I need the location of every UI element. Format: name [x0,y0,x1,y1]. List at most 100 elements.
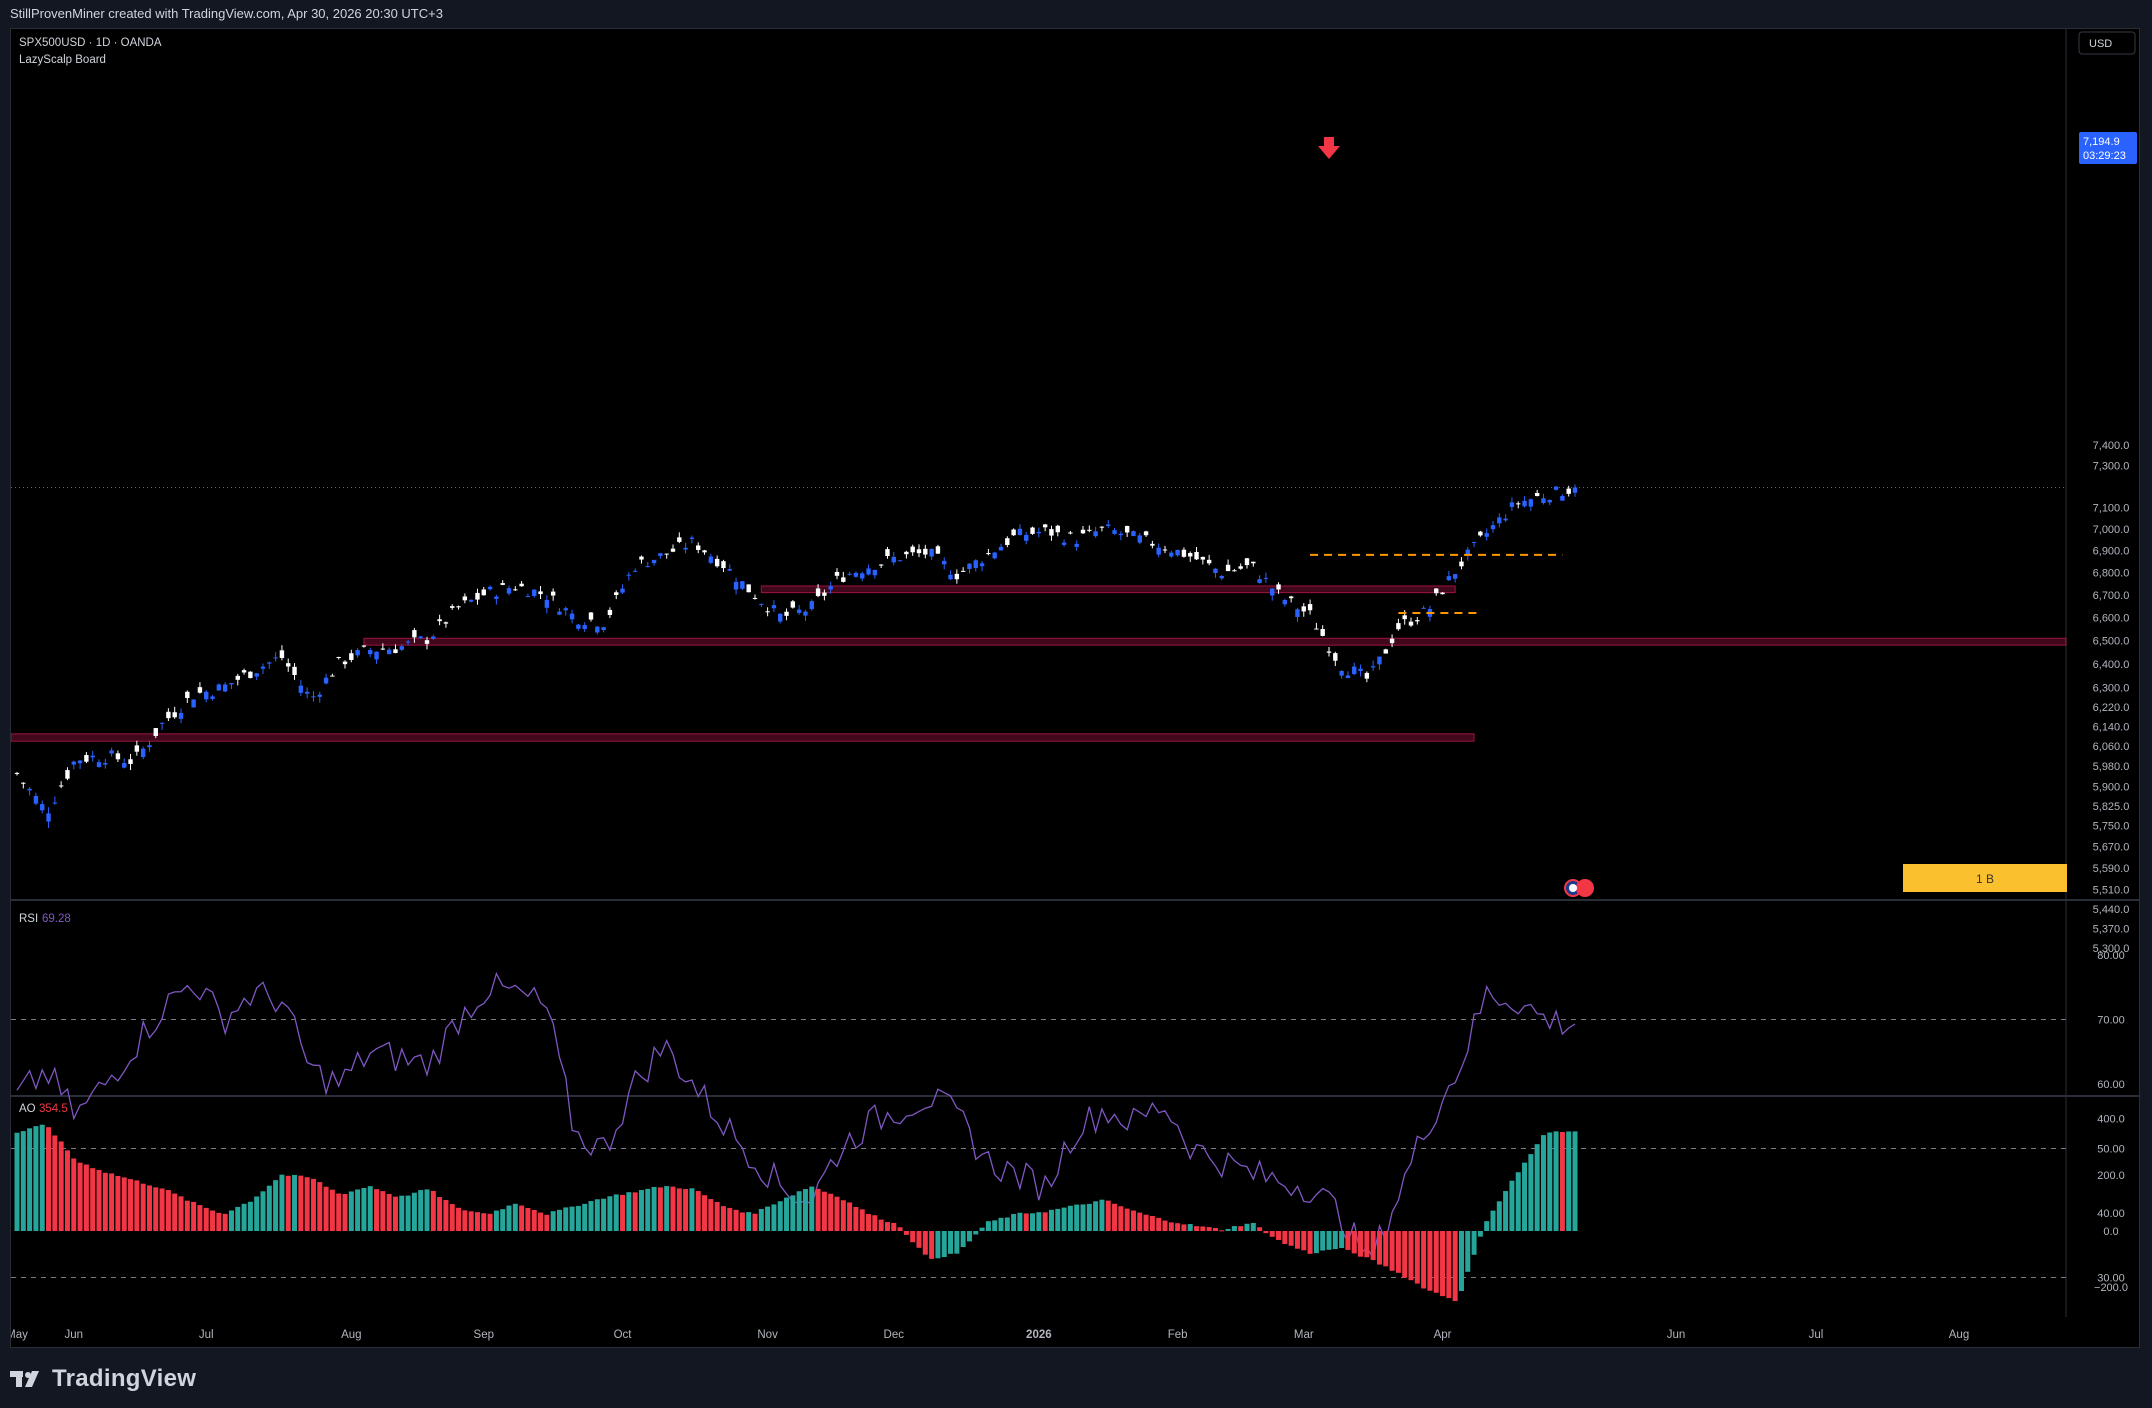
event-flag-icon[interactable] [1564,879,1594,897]
price-tick-label: 6,060.0 [2093,741,2130,753]
ao-bar [1376,1231,1382,1265]
candle-body [519,583,524,587]
candle-body [1541,498,1546,504]
price-tick-label: 5,900.0 [2093,782,2130,794]
ao-bar [20,1131,26,1231]
candle-body [803,611,808,616]
ao-bar [216,1212,222,1231]
ao-bar [1559,1131,1565,1231]
candle-body [437,619,442,622]
ao-bar [588,1201,594,1231]
candle-body [588,612,594,620]
currency-button[interactable]: USD [2078,31,2136,55]
candle-body [336,656,341,658]
ao-bar [519,1205,525,1231]
candle-body [103,762,108,765]
ao-bar [1458,1231,1464,1291]
ao-bar [506,1205,512,1231]
ao-bar [260,1191,266,1231]
candle-body [1112,530,1117,534]
ao-bar [859,1209,865,1231]
ao-bar [620,1194,626,1231]
candle-body [1339,670,1344,676]
candle-body [1345,675,1351,679]
candle-body [286,663,291,667]
ao-bar [1080,1204,1086,1231]
brand-name: TradingView [52,1365,197,1392]
candle-body [450,606,455,608]
candle-body [267,662,272,664]
ao-bar [840,1200,846,1231]
candle-body [1238,566,1243,569]
chart-canvas[interactable]: 7,400.0 7,300.0 7,100.0 7,000.0 6,900.0 6,800… [11,29,2140,1348]
ao-bar [279,1174,285,1231]
ao-bar [853,1206,859,1231]
candle-body [380,648,386,650]
time-tick-label: 2026 [1026,1329,1052,1341]
candle-body [948,574,953,580]
candle-body [1396,623,1401,630]
candle-body [1434,588,1439,594]
chart-frame[interactable]: 7,400.0 7,300.0 7,100.0 7,000.0 6,900.0 6,800… [10,28,2140,1348]
ao-tick-label: −200.0 [2094,1282,2128,1294]
price-tick-label: 7,300.0 [2093,461,2130,473]
candle-body [210,696,215,699]
candle-body [1282,600,1288,605]
candle-body [670,548,676,552]
ao-bar [348,1191,354,1231]
candle-body [115,753,121,760]
volume-badge: 1 B [1903,864,2067,892]
ao-bar [1509,1180,1515,1231]
ao-bar [1004,1217,1010,1231]
candle-body [273,657,278,659]
candle-body [639,556,644,560]
candle-body [601,627,606,631]
candle-body [1572,487,1578,493]
ao-bar [910,1231,916,1243]
ao-bar [1414,1231,1420,1284]
ao-bar [1339,1231,1345,1249]
price-tick-label: 6,400.0 [2093,659,2130,671]
time-tick-label: Apr [1434,1329,1452,1341]
candle-body [304,691,310,694]
ao-bar [468,1211,474,1231]
ao-bar [1017,1212,1023,1231]
time-tick-label: May [11,1329,28,1341]
candle-body [185,691,190,698]
pane-backgrounds [11,29,2139,1317]
ao-bar [866,1213,872,1231]
candle-body [822,592,827,596]
candle-body [1017,528,1023,536]
candle-body [456,606,461,608]
candle-body [1301,606,1306,612]
ao-bar [430,1190,436,1231]
attribution-bar: StillProvenMiner created with TradingVie… [0,0,2152,28]
candle-body [771,605,777,609]
ao-bar [443,1200,449,1231]
candle-body [1421,607,1426,609]
ao-bar [1540,1135,1546,1231]
candle-body [1042,524,1048,528]
price-tick-label: 6,700.0 [2093,590,2130,602]
ao-bar [481,1213,487,1231]
candle-body [52,802,58,804]
candle-body [1497,517,1502,524]
ao-bar [1320,1231,1326,1251]
candle-body [475,592,480,600]
candle-body [740,581,745,589]
ao-bar [916,1231,922,1248]
candle-body [532,589,537,596]
candle-body [897,560,903,562]
candle-body [1295,609,1300,617]
ao-bar [575,1205,581,1231]
ao-bar [1528,1154,1534,1231]
ao-bar [651,1186,657,1231]
candle-body [1415,620,1420,622]
candle-body [166,711,171,719]
candle-body [986,553,991,555]
ao-bar [802,1189,808,1231]
ao-bar [487,1213,493,1231]
candle-body [576,624,581,629]
ao-bar [765,1206,771,1231]
candle-body [1099,526,1105,528]
